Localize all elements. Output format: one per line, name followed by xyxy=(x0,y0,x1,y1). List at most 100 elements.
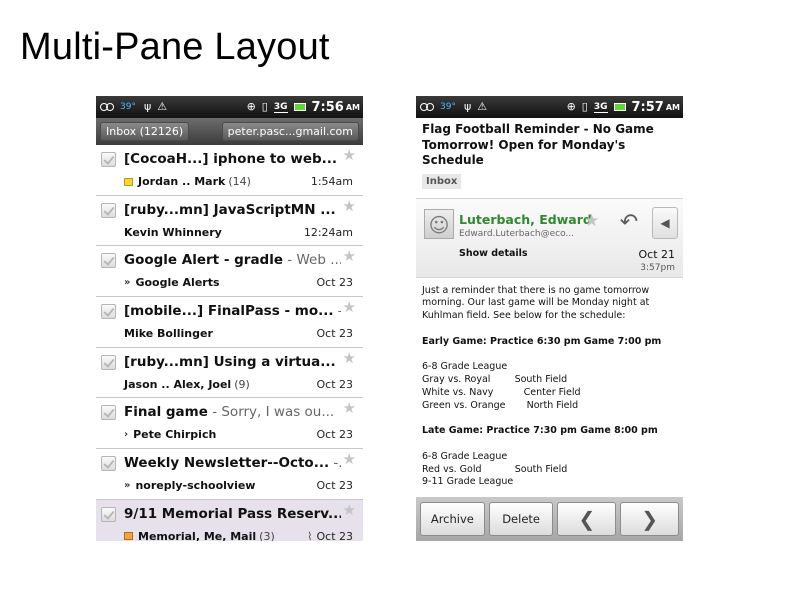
star-icon[interactable]: ★ xyxy=(343,350,356,366)
email-subject: Weekly Newsletter--Octo... -... xyxy=(124,455,341,471)
email-sender: Mike Bollinger xyxy=(124,327,213,341)
email-list-item[interactable]: [CocoaH...] iphone to web... ★ Jordan .. M… xyxy=(96,145,363,196)
email-subject: [ruby...mn] JavaScriptMN ... xyxy=(124,201,336,218)
email-snippet: - Web ... xyxy=(283,252,341,269)
email-checkbox[interactable] xyxy=(101,253,116,269)
star-icon[interactable]: ★ xyxy=(343,502,356,518)
next-message-button[interactable]: ❯ xyxy=(620,502,679,536)
chevron-left-icon[interactable]: ◀ xyxy=(652,206,678,239)
email-checkbox[interactable] xyxy=(101,354,116,370)
inbox-header: Inbox (12126) peter.pasc...gmail.com xyxy=(96,118,363,145)
body-line: Gray vs. Royal South Field xyxy=(422,374,568,386)
body-line: White vs. Navy Center Field xyxy=(422,386,581,398)
status-clock: 7:56 xyxy=(311,99,344,115)
previous-message-button[interactable]: ❮ xyxy=(557,502,617,536)
email-list-item[interactable]: [mobile...] FinalPass - mo... -...★ Mike … xyxy=(96,297,363,348)
warning-icon: ⚠ xyxy=(157,100,168,113)
archive-button[interactable]: Archive xyxy=(420,502,485,536)
status-ampm: AM xyxy=(345,102,360,112)
email-list-item[interactable]: Weekly Newsletter--Octo... -...★ »noreply… xyxy=(96,449,363,500)
email-list-item[interactable]: 9/11 Memorial Pass Reserv... -...★ Memori… xyxy=(96,499,363,541)
star-icon[interactable]: ★ xyxy=(343,401,356,416)
slide-title: Multi-Pane Layout xyxy=(20,26,330,68)
body-line: Just a reminder that there is no game to… xyxy=(422,284,650,296)
email-time: Oct 23 xyxy=(316,276,353,290)
status-bar: 39° ψ ⚠ ⊕ ▯ 3G 7:56 AM xyxy=(96,96,363,118)
star-icon[interactable]: ★ xyxy=(343,148,356,163)
email-checkbox[interactable] xyxy=(101,506,116,522)
email-subject: Google Alert - gradle - Web ... xyxy=(124,252,341,268)
double-chevron-icon: » xyxy=(124,277,131,289)
email-subject: Final game - Sorry, I was ou... xyxy=(124,404,335,421)
email-checkbox[interactable] xyxy=(101,152,116,167)
email-list: [CocoaH...] iphone to web... ★ Jordan .. M… xyxy=(96,145,363,541)
star-icon[interactable]: ★ xyxy=(343,249,356,264)
email-list-item[interactable]: Google Alert - gradle - Web ... ★ » Google … xyxy=(96,246,363,298)
sender-card: ☺ Luterbach, Edward Edward.Luterbach@eco… xyxy=(416,197,683,278)
avatar[interactable]: ☺ xyxy=(424,208,454,239)
sender-name: Luterbach, Edward xyxy=(459,211,592,227)
body-line: 6-8 Grade League xyxy=(422,450,508,462)
sender-email: Edward.Luterbach@eco... xyxy=(459,228,575,239)
body-line: 9-11 Grade League xyxy=(422,476,514,488)
email-checkbox[interactable] xyxy=(101,202,116,218)
message-label-badge[interactable]: Inbox xyxy=(422,173,462,189)
email-snippet: -... xyxy=(333,303,341,319)
email-time: 12:24am xyxy=(303,225,353,239)
paperclip-icon: ⌇ xyxy=(307,529,313,541)
thread-count: (9) xyxy=(234,377,250,391)
star-icon[interactable]: ★ xyxy=(343,198,356,214)
status-ampm: AM xyxy=(665,102,680,112)
email-sender: Jordan .. Mark (14) xyxy=(124,175,251,188)
message-subject: Flag Football Reminder - No Game Tomorro… xyxy=(422,122,654,167)
email-sender: » Google Alerts xyxy=(124,276,220,290)
email-sender: Kevin Whinnery xyxy=(124,225,222,239)
email-time: Oct 23 xyxy=(316,327,353,341)
weather-temp: 39° xyxy=(440,102,456,112)
star-icon[interactable]: ★ xyxy=(343,452,356,467)
message-date: Oct 21 xyxy=(638,247,675,261)
vibrate-icon: ▯ xyxy=(261,100,268,113)
battery-icon xyxy=(293,103,306,111)
email-subject: [mobile...] FinalPass - mo... -... xyxy=(124,303,341,319)
reply-icon[interactable]: ↶ xyxy=(609,207,649,239)
star-icon[interactable]: ★ xyxy=(343,300,356,315)
email-time: 1:54am xyxy=(310,175,353,188)
email-time: Oct 23 xyxy=(316,428,353,442)
chevron-left-icon: ❮ xyxy=(578,507,596,531)
message-time: 3:57pm xyxy=(640,262,675,273)
email-sender: › Pete Chirpich xyxy=(124,428,217,442)
email-list-item[interactable]: Final game - Sorry, I was ou... ★ › Pete Ch… xyxy=(96,398,363,450)
weather-temp: 39° xyxy=(120,102,136,112)
email-time: Oct 23 xyxy=(316,377,353,391)
network-3g-icon: 3G xyxy=(593,101,608,113)
email-checkbox[interactable] xyxy=(101,456,116,472)
thread-count: (3) xyxy=(259,529,275,541)
status-clock: 7:57 xyxy=(631,99,664,115)
delete-button[interactable]: Delete xyxy=(488,502,554,536)
email-checkbox[interactable] xyxy=(101,304,116,320)
body-line: morning. Our last game will be Monday ni… xyxy=(422,297,650,309)
email-subject: [ruby...mn] Using a virtua... xyxy=(124,353,336,370)
vibrate-icon: ▯ xyxy=(581,100,588,113)
body-line: Kuhlman field. See below for the schedul… xyxy=(422,310,626,322)
email-snippet: - Sorry, I was ou... xyxy=(207,404,335,421)
show-details-link[interactable]: Show details xyxy=(459,248,528,259)
schedule-heading: Late Game: Practice 7:30 pm Game 8:00 pm xyxy=(422,425,658,437)
message-phone-screen: 39° ψ ⚠ ⊕ ▯ 3G 7:57 AM Flag Football Rem… xyxy=(416,96,683,541)
email-checkbox[interactable] xyxy=(101,405,116,421)
star-icon[interactable]: ★ xyxy=(584,211,599,231)
label-tag-icon xyxy=(124,532,133,541)
account-switcher-button[interactable]: peter.pasc...gmail.com xyxy=(221,122,359,141)
voicemail-icon xyxy=(420,103,434,111)
inbox-label-button[interactable]: Inbox (12126) xyxy=(100,122,190,141)
chevron-right-icon: ❯ xyxy=(641,507,658,531)
email-subject: [CocoaH...] iphone to web... xyxy=(124,151,338,167)
warning-icon: ⚠ xyxy=(477,100,488,113)
email-list-item[interactable]: [ruby...mn] Using a virtua... ★ Jason .. A… xyxy=(96,347,363,399)
body-line: Red vs. Gold South Field xyxy=(422,463,568,475)
inbox-phone-screen: 39° ψ ⚠ ⊕ ▯ 3G 7:56 AM Inbox (12126) pet… xyxy=(96,96,363,541)
message-body: Just a reminder that there is no game to… xyxy=(416,278,683,490)
email-list-item[interactable]: [ruby...mn] JavaScriptMN ... ★ Kevin Whinn… xyxy=(96,195,363,247)
email-time: ⌇ Oct 23 xyxy=(307,529,353,541)
